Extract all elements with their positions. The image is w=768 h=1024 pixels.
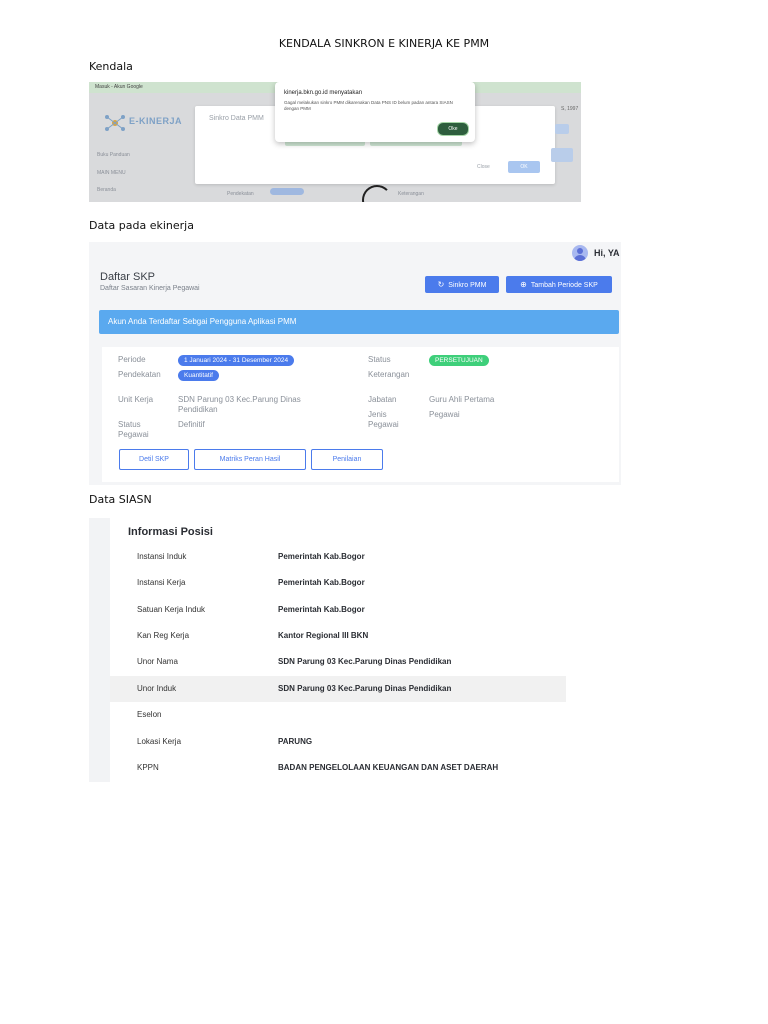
value-status-pegawai: Definitif	[178, 420, 205, 429]
plus-circle-icon: ⊕	[520, 280, 527, 289]
browser-alert-dialog: kinerja.bkn.go.id menyatakan Gagal melak…	[275, 82, 475, 142]
row-value: BADAN PENGELOLAAN KEUANGAN DAN ASET DAER…	[278, 763, 499, 772]
row-label: Lokasi Kerja	[137, 737, 182, 746]
row-value: PARUNG	[278, 737, 313, 746]
alert-ok-button[interactable]: Oke	[437, 122, 469, 136]
label-pendekatan: Pendekatan	[118, 370, 161, 379]
label-jenis-pegawai: Jenis Pegawai	[368, 410, 399, 429]
sidebar-item-buku-panduan[interactable]: Buku Panduan	[97, 152, 130, 158]
alert-title: kinerja.bkn.go.id menyatakan	[284, 90, 363, 96]
value-jabatan: Guru Ahli Pertama	[429, 395, 495, 404]
row-value: Pemerintah Kab.Bogor	[278, 605, 365, 614]
row-label: Unor Induk	[137, 684, 177, 693]
section-heading-siasn: Data SIASN	[89, 493, 152, 506]
siasn-screenshot: Informasi Posisi Instansi Induk Pemerint…	[89, 518, 566, 782]
label-jabatan: Jabatan	[368, 395, 397, 404]
document-title: KENDALA SINKRON E KINERJA KE PMM	[278, 37, 490, 50]
value-unit-kerja: SDN Parung 03 Kec.Parung Dinas Pendidika…	[178, 395, 301, 414]
background-badge	[270, 188, 304, 195]
sidebar-item-beranda[interactable]: Beranda	[97, 187, 116, 193]
table-row: Unor Nama SDN Parung 03 Kec.Parung Dinas…	[110, 649, 566, 675]
periode-badge: 1 Januari 2024 - 31 Desember 2024	[178, 355, 295, 366]
pendekatan-badge: Kuantitatif	[178, 370, 219, 381]
browser-tab-title[interactable]: Masuk - Akun Google	[95, 84, 143, 90]
sinkro-pmm-button[interactable]: ↻ Sinkro PMM	[425, 276, 499, 293]
row-label: KPPN	[137, 763, 159, 772]
row-value: Kantor Regional III BKN	[278, 631, 369, 640]
modal-title: Sinkro Data PMM	[209, 115, 264, 122]
row-value: Pemerintah Kab.Bogor	[278, 578, 365, 587]
background-button	[555, 124, 569, 134]
status-badge: PERSETUJUAN	[429, 355, 489, 366]
sidebar-section-label: MAIN MENU	[97, 170, 126, 176]
table-row: Unor Induk SDN Parung 03 Kec.Parung Dina…	[110, 676, 566, 702]
row-label: Kan Reg Kerja	[137, 631, 190, 640]
label-periode: Periode	[118, 355, 146, 364]
row-value: Pemerintah Kab.Bogor	[278, 552, 365, 561]
label-status: Status	[368, 355, 391, 364]
ekinerja-logo-icon	[105, 115, 125, 131]
row-value: SDN Parung 03 Kec.Parung Dinas Pendidika…	[278, 684, 452, 693]
table-row: Lokasi Kerja PARUNG	[110, 729, 566, 755]
table-row: Instansi Kerja Pemerintah Kab.Bogor	[110, 570, 566, 596]
value-jenis-pegawai: Pegawai	[429, 410, 460, 419]
section-heading-kendala: Kendala	[89, 60, 133, 73]
label-status-pegawai: Status Pegawai	[118, 420, 149, 439]
matriks-peran-hasil-button[interactable]: Matriks Peran Hasil	[194, 449, 306, 470]
background-text: S, 1997	[561, 106, 579, 112]
ekinerja-logo-text: E-KINERJA	[129, 116, 183, 126]
page-subtitle: Daftar Sasaran Kinerja Pegawai	[100, 285, 200, 292]
pmm-registered-banner: Akun Anda Terdaftar Sebgai Pengguna Apli…	[99, 310, 619, 334]
user-greeting[interactable]: Hi, YA	[594, 248, 620, 258]
ekinerja-screenshot: Hi, YA Daftar SKP Daftar Sasaran Kinerja…	[89, 242, 621, 485]
kendala-screenshot: Masuk - Akun Google E-KINERJA Buku Pandu…	[89, 82, 581, 202]
table-row: Kan Reg Kerja Kantor Regional III BKN	[110, 623, 566, 649]
section-heading-ekinerja: Data pada ekinerja	[89, 219, 194, 232]
table-row: Satuan Kerja Induk Pemerintah Kab.Bogor	[110, 597, 566, 623]
top-bar: Hi, YA	[89, 242, 621, 264]
modal-close-button[interactable]: Close	[477, 164, 490, 170]
background-label-pendekatan: Pendekatan	[227, 191, 254, 197]
background-button	[551, 148, 573, 162]
label-unit-kerja: Unit Kerja	[118, 395, 154, 404]
sync-icon: ↻	[437, 280, 445, 289]
informasi-posisi-panel: Informasi Posisi Instansi Induk Pemerint…	[110, 518, 566, 782]
background-label-keterangan: Keterangan	[398, 191, 424, 197]
row-label: Unor Nama	[137, 657, 178, 666]
row-label: Instansi Kerja	[137, 578, 186, 587]
alert-message: Gagal melakukan sinkro PMM dikarenakan D…	[284, 100, 453, 111]
page-title: Daftar SKP	[100, 271, 156, 283]
row-value: SDN Parung 03 Kec.Parung Dinas Pendidika…	[278, 657, 452, 666]
modal-ok-button[interactable]: OK	[508, 161, 540, 173]
row-label: Satuan Kerja Induk	[137, 605, 206, 614]
table-row: Instansi Induk Pemerintah Kab.Bogor	[110, 544, 566, 570]
label-keterangan: Keterangan	[368, 370, 410, 379]
row-label: Instansi Induk	[137, 552, 187, 561]
penilaian-button[interactable]: Penilaian	[311, 449, 383, 470]
tambah-periode-skp-button[interactable]: ⊕ Tambah Periode SKP	[506, 276, 612, 293]
panel-title: Informasi Posisi	[128, 526, 213, 538]
table-row: KPPN BADAN PENGELOLAAN KEUANGAN DAN ASET…	[110, 755, 566, 781]
detil-skp-button[interactable]: Detil SKP	[119, 449, 189, 470]
table-row: Eselon	[110, 702, 566, 728]
user-avatar-icon[interactable]	[572, 245, 588, 261]
row-label: Eselon	[137, 710, 162, 719]
